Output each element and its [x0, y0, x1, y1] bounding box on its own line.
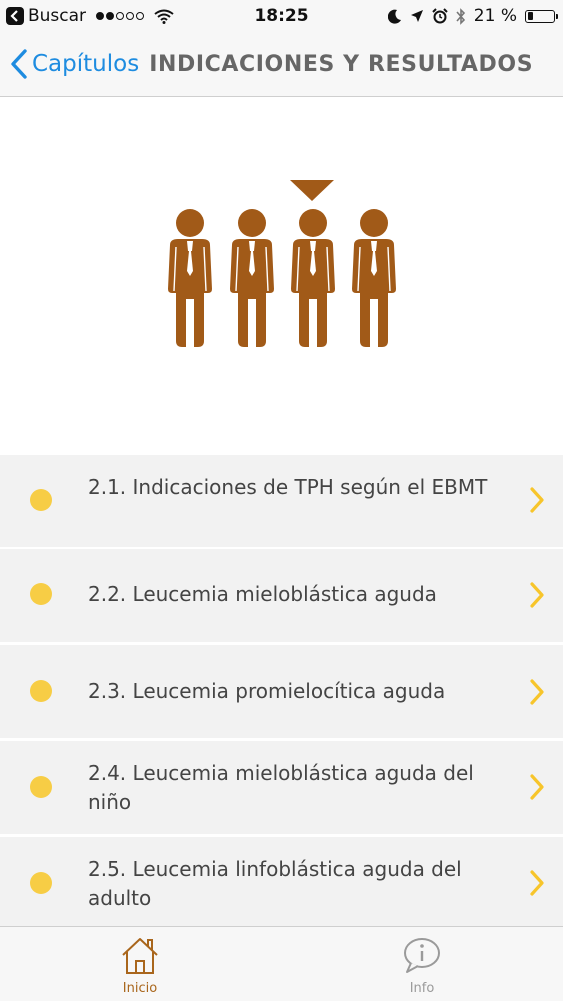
tab-inicio[interactable]: Inicio	[70, 927, 210, 1001]
list-item[interactable]: 2.1. Indicaciones de TPH según el EBMT	[0, 455, 563, 547]
tab-label: Info	[409, 981, 435, 996]
home-icon	[120, 935, 160, 979]
list-item-label: 2.4. Leucemia mieloblástica aguda del ni…	[88, 761, 474, 814]
back-button-label[interactable]: Capítulos	[32, 51, 139, 77]
list-item[interactable]: 2.2. Leucemia mieloblástica aguda	[0, 549, 563, 642]
info-bubble-icon	[402, 935, 442, 979]
battery-percent: 21 %	[473, 6, 517, 26]
tab-bar: Inicio Info	[0, 926, 563, 1001]
alarm-icon	[432, 8, 448, 24]
bluetooth-icon	[456, 7, 466, 25]
list-item-label: 2.1. Indicaciones de TPH según el EBMT	[88, 475, 488, 499]
page-title: INDICACIONES Y RESULTADOS	[149, 51, 534, 77]
list-item-label: 2.2. Leucemia mieloblástica aguda	[88, 582, 437, 606]
chevron-right-icon	[529, 486, 545, 518]
list-item-label: 2.5. Leucemia linfoblástica aguda del ad…	[88, 857, 462, 910]
battery-icon	[525, 9, 558, 23]
list-item[interactable]: 2.3. Leucemia promielocítica aguda	[0, 645, 563, 738]
bullet-dot-icon	[30, 489, 52, 511]
status-bar: Buscar 18:25 21 %	[0, 0, 563, 32]
location-arrow-icon	[410, 9, 424, 23]
chevron-left-icon	[10, 49, 28, 79]
bullet-dot-icon	[30, 872, 52, 894]
chapter-list: 2.1. Indicaciones de TPH según el EBMT 2…	[0, 455, 563, 926]
moon-icon	[387, 9, 402, 24]
bullet-dot-icon	[30, 776, 52, 798]
four-people-one-selected-icon	[167, 180, 397, 348]
signal-strength-icon	[96, 12, 145, 20]
bullet-dot-icon	[30, 583, 52, 605]
chevron-right-icon	[529, 678, 545, 710]
tab-info[interactable]: Info	[352, 927, 492, 1001]
back-button[interactable]: Capítulos	[0, 49, 139, 79]
chevron-right-icon	[529, 581, 545, 613]
list-item[interactable]: 2.4. Leucemia mieloblástica aguda del ni…	[0, 741, 563, 834]
wifi-icon	[154, 9, 174, 24]
chevron-right-icon	[529, 869, 545, 901]
back-to-app-icon[interactable]	[6, 7, 24, 25]
list-item-label: 2.3. Leucemia promielocítica aguda	[88, 679, 446, 703]
back-to-app-label[interactable]: Buscar	[28, 6, 86, 26]
bullet-dot-icon	[30, 680, 52, 702]
chevron-right-icon	[529, 773, 545, 805]
list-item[interactable]: 2.5. Leucemia linfoblástica aguda del ad…	[0, 837, 563, 926]
navigation-bar: Capítulos INDICACIONES Y RESULTADOS	[0, 32, 563, 97]
hero-illustration	[0, 97, 563, 455]
tab-label: Inicio	[122, 981, 158, 996]
